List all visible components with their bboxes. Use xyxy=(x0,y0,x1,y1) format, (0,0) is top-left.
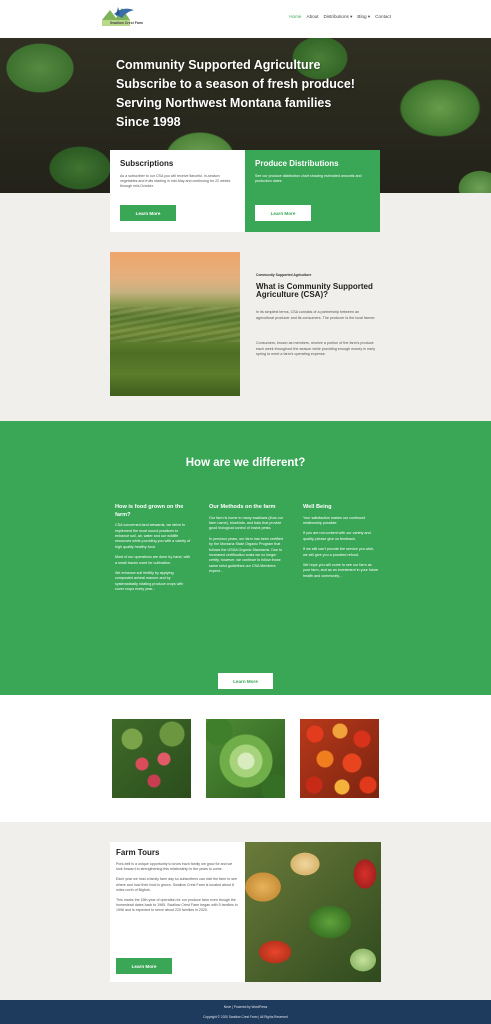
raspberries-image[interactable] xyxy=(112,719,191,798)
hero-headline: Community Supported Agriculture Subscrib… xyxy=(116,56,355,132)
tours-learn-more-button[interactable]: Learn More xyxy=(116,958,172,974)
nav-about[interactable]: About xyxy=(307,14,319,20)
main-nav: Home About Distributions ▾ Blog ▾ Contac… xyxy=(289,14,391,20)
wellbeing-p4: We hope you will come to see our farm as… xyxy=(303,563,379,578)
methods-title: Our Methods on the farm xyxy=(209,504,276,510)
nav-contact[interactable]: Contact xyxy=(375,14,391,20)
farm-logo-icon[interactable] xyxy=(100,4,160,30)
produce-gallery xyxy=(0,695,491,822)
tours-p2: Each year we host a family farm day so s… xyxy=(116,877,238,892)
methods-column: Our Methods on the farm Our farm is home… xyxy=(209,504,285,580)
hero-line-2: Subscribe to a season of fresh produce! xyxy=(116,77,355,91)
growing-p1: CSA concerned land stewards, we strive t… xyxy=(115,523,191,549)
tours-title: Farm Tours xyxy=(116,848,160,857)
footer-copyright: Copyright © 2020 Swallow Crest Farm | Al… xyxy=(203,1015,288,1019)
distributions-title: Produce Distributions xyxy=(255,159,339,168)
logo-text: Swallow Crest Farm xyxy=(110,21,144,25)
distributions-learn-more-button[interactable]: Learn More xyxy=(255,205,311,221)
subscriptions-card: Subscriptions As a subscriber to our CSA… xyxy=(110,150,245,232)
different-learn-more-button[interactable]: Learn More xyxy=(218,673,273,689)
subscriptions-title: Subscriptions xyxy=(120,159,174,168)
nav-distributions[interactable]: Distributions ▾ xyxy=(324,14,353,20)
tomatoes-image[interactable] xyxy=(300,719,379,798)
hero-line-3: Serving Northwest Montana families xyxy=(116,96,332,110)
vegetables-basket-image xyxy=(245,842,381,982)
hero-line-1: Community Supported Agriculture xyxy=(116,58,321,72)
subscriptions-learn-more-button[interactable]: Learn More xyxy=(120,205,176,221)
different-section: How are we different? How is food grown … xyxy=(0,421,491,695)
distributions-text: See our produce distribution chart showi… xyxy=(255,174,362,184)
nav-blog[interactable]: Blog ▾ xyxy=(357,14,370,20)
csa-title: What is Community Supported Agriculture … xyxy=(256,282,373,300)
wellbeing-p3: If we still can't provide the service yo… xyxy=(303,547,375,557)
cabbage-image[interactable] xyxy=(206,719,285,798)
site-footer: Neve | Powered by WordPress Copyright © … xyxy=(0,1000,491,1024)
farm-field-image xyxy=(110,252,240,396)
growing-p2: Most of our operations are done by hand,… xyxy=(115,555,191,565)
csa-paragraph-2: Consumers, known as members, receive a p… xyxy=(256,341,376,356)
growing-column: How is food grown on the farm? CSA conce… xyxy=(115,504,191,598)
growing-p3: We enhance soil fertility by applying co… xyxy=(115,571,184,592)
different-title: How are we different? xyxy=(185,457,306,469)
nav-home[interactable]: Home xyxy=(289,14,301,20)
site-header: Swallow Crest Farm Home About Distributi… xyxy=(0,0,491,38)
wellbeing-title: Well Being xyxy=(303,504,332,510)
csa-paragraph-1: In its simplest terms, CSA consists of a… xyxy=(256,310,376,320)
growing-title: How is food grown on the farm? xyxy=(115,504,184,518)
farm-tours-card: Farm Tours Pork-belt is a unique opportu… xyxy=(110,842,245,982)
footer-credit[interactable]: Neve | Powered by WordPress xyxy=(0,1005,491,1009)
hero-line-4: Since 1998 xyxy=(116,115,181,129)
wellbeing-column: Well Being Your satisfaction makes our c… xyxy=(303,504,379,584)
methods-p2: In previous years, our farm has been cer… xyxy=(209,536,283,574)
csa-eyebrow: Community Supported Agriculture xyxy=(256,273,312,277)
wellbeing-p1: Your satisfaction makes our continued re… xyxy=(303,515,366,525)
methods-p1: Our farm is home to many swallows (thus … xyxy=(209,515,283,531)
wellbeing-p2: If you are not content with our variety … xyxy=(303,531,371,541)
subscriptions-text: As a subscriber to our CSA you will rece… xyxy=(120,174,231,189)
distributions-card: Produce Distributions See our produce di… xyxy=(245,150,380,232)
tours-p3: This marks the 15th year of operation fo… xyxy=(116,898,238,913)
tours-p1: Pork-belt is a unique opportunity to kno… xyxy=(116,862,233,872)
